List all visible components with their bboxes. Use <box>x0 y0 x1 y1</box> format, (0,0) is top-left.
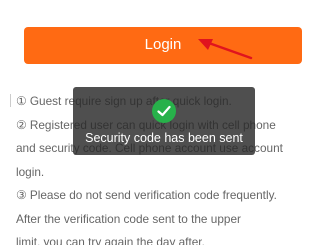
scroll-indicator <box>10 94 11 107</box>
toast-notification: Security code has been sent <box>73 87 255 155</box>
note-line: After the verification code sent to the … <box>16 211 241 226</box>
check-circle-icon <box>152 99 176 123</box>
login-button[interactable]: Login <box>24 27 302 64</box>
note-line: login. <box>16 164 45 179</box>
login-button-label: Login <box>144 36 182 53</box>
toast-message: Security code has been sent <box>85 131 243 145</box>
red-arrow-icon <box>198 39 253 60</box>
note-line: limit, you can try again the day after. <box>16 235 205 245</box>
note-line: ③ Please do not send verification code f… <box>16 188 277 202</box>
